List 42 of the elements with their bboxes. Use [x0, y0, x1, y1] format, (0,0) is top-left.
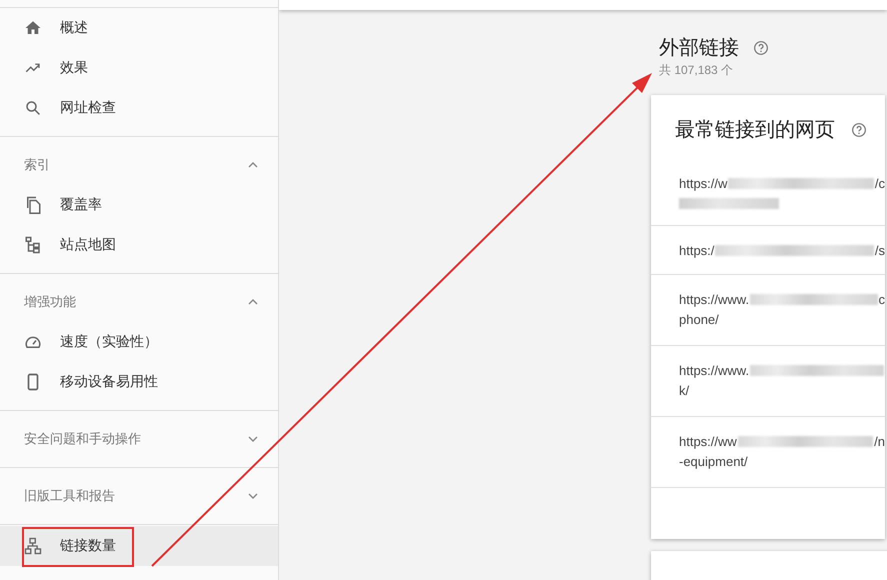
pages-icon — [24, 196, 42, 214]
total-count: 共 107,183 个 — [659, 62, 734, 78]
section-header[interactable]: 旧版工具和报告 — [24, 487, 245, 505]
search-icon — [24, 99, 42, 117]
nav-item[interactable]: 网址检查 — [0, 88, 278, 128]
url-text[interactable]: https:/ — [679, 242, 714, 258]
nav-label: 覆盖率 — [60, 196, 102, 214]
nav-item[interactable]: 概述 — [0, 8, 278, 48]
url-text[interactable]: https://www. — [679, 362, 750, 378]
nav-label: 概述 — [60, 19, 88, 37]
nav-label: 移动设备易用性 — [60, 373, 158, 391]
section-header[interactable]: 索引 — [24, 156, 245, 174]
url-text[interactable]: k/ — [679, 382, 690, 398]
url-text[interactable]: https://ww — [679, 434, 737, 448]
url-text[interactable]: c — [878, 292, 885, 306]
url-text[interactable]: https://w — [679, 176, 728, 190]
nav-item[interactable]: 移动设备易用性 — [0, 362, 278, 402]
section-header[interactable]: 安全问题和手动操作 — [24, 430, 245, 448]
nav-item[interactable]: 效果 — [0, 48, 278, 88]
network-icon — [24, 537, 42, 555]
url-text[interactable]: /s — [874, 242, 885, 258]
help-icon[interactable] — [753, 40, 769, 56]
nav-label: 网址检查 — [60, 99, 116, 117]
nav-item[interactable]: 速度（实验性） — [0, 322, 278, 362]
help-icon[interactable] — [851, 122, 867, 138]
home-icon — [24, 19, 42, 37]
url-text[interactable]: /c — [874, 176, 885, 190]
card-title: 最常链接到的网页 — [675, 118, 835, 143]
section-header[interactable]: 增强功能 — [24, 293, 245, 311]
nav-item[interactable]: 链接数量 — [0, 526, 278, 566]
url-text[interactable]: -equipment/ — [679, 454, 748, 468]
nav-label: 站点地图 — [60, 236, 116, 254]
section-title: 外部链接 — [659, 36, 739, 61]
url-text[interactable]: /n — [874, 434, 885, 448]
url-text[interactable]: phone/ — [679, 312, 719, 326]
url-text[interactable]: https://www. — [679, 292, 750, 306]
sitemap-icon — [24, 236, 42, 254]
nav-label: 速度（实验性） — [60, 333, 158, 351]
nav-item[interactable]: 站点地图 — [0, 225, 278, 265]
nav-label: 效果 — [60, 59, 88, 77]
nav-item[interactable]: 覆盖率 — [0, 185, 278, 225]
nav-label: 链接数量 — [60, 537, 116, 555]
